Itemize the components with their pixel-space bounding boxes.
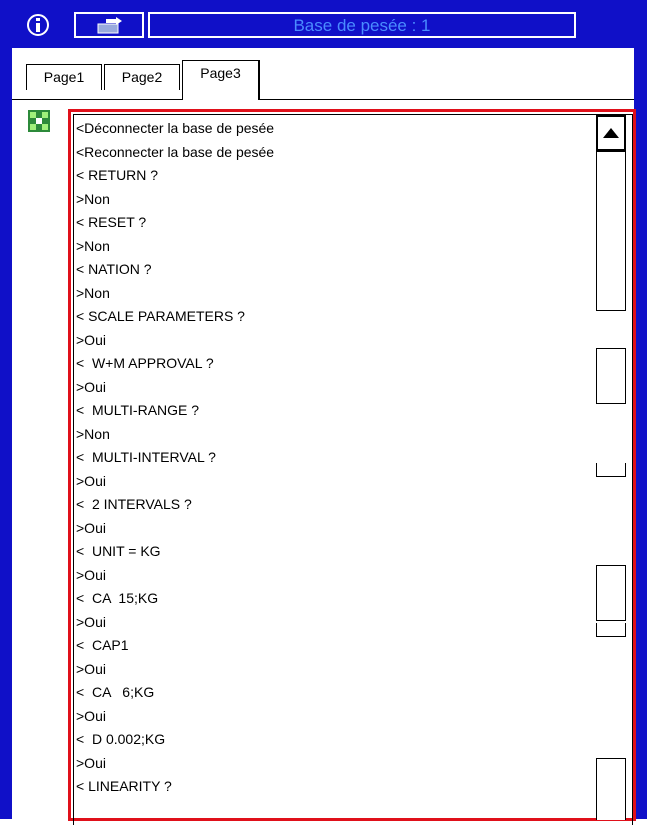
app-window: Base de pesée : 1 Page1 Page2 Page3 <Déc…	[0, 0, 647, 825]
window-title-box: Base de pesée : 1	[148, 12, 576, 38]
list-item[interactable]: >Non	[76, 423, 586, 447]
scroll-up-button[interactable]	[596, 115, 626, 151]
page3-panel: <Déconnecter la base de pesée <Reconnect…	[12, 100, 636, 825]
list-item[interactable]: >Non	[76, 282, 586, 306]
tab-page1[interactable]: Page1	[26, 64, 102, 90]
tab-strip: Page1 Page2 Page3	[12, 48, 634, 100]
list-item[interactable]: < W+M APPROVAL ?	[76, 352, 586, 376]
list-item[interactable]: >Oui	[76, 329, 586, 353]
list-item[interactable]: >Oui	[76, 752, 586, 776]
scrollbar-track-segment[interactable]	[596, 463, 626, 477]
list-item[interactable]: <Reconnecter la base de pesée	[76, 141, 586, 165]
list-item[interactable]: < RETURN ?	[76, 164, 586, 188]
scroll-up-arrow-icon	[603, 128, 619, 138]
list-item[interactable]: < MULTI-RANGE ?	[76, 399, 586, 423]
list-item[interactable]: >Non	[76, 188, 586, 212]
scrollbar-track-segment[interactable]	[596, 623, 626, 637]
list-item[interactable]: >Oui	[76, 517, 586, 541]
vertical-scrollbar[interactable]	[596, 115, 626, 820]
command-entries: <Déconnecter la base de pesée <Reconnect…	[76, 117, 586, 799]
list-item[interactable]: >Oui	[76, 376, 586, 400]
file-transfer-button[interactable]	[74, 12, 144, 38]
list-item[interactable]: < 2 INTERVALS ?	[76, 493, 586, 517]
title-bar: Base de pesée : 1	[0, 0, 647, 48]
scrollbar-track-segment[interactable]	[596, 758, 626, 820]
list-item[interactable]: < CAP1	[76, 634, 586, 658]
list-item[interactable]: < NATION ?	[76, 258, 586, 282]
list-item[interactable]: >Oui	[76, 705, 586, 729]
scrollbar-track-segment[interactable]	[596, 348, 626, 404]
list-item[interactable]: >Oui	[76, 611, 586, 635]
info-icon	[27, 14, 49, 36]
list-item[interactable]: <Déconnecter la base de pesée	[76, 117, 586, 141]
list-item[interactable]: < CA 15;KG	[76, 587, 586, 611]
window-title: Base de pesée : 1	[293, 16, 431, 35]
scale-connector-icon[interactable]	[28, 110, 50, 132]
list-item[interactable]: < RESET ?	[76, 211, 586, 235]
tab-page3[interactable]: Page3	[182, 60, 260, 100]
list-item[interactable]: < UNIT = KG	[76, 540, 586, 564]
list-item[interactable]: >Non	[76, 235, 586, 259]
list-item[interactable]: >Oui	[76, 658, 586, 682]
window-frame-left	[0, 0, 12, 819]
list-item[interactable]: >Oui	[76, 564, 586, 588]
list-item[interactable]: < SCALE PARAMETERS ?	[76, 305, 586, 329]
scrollbar-track-segment[interactable]	[596, 565, 626, 621]
list-item[interactable]: < MULTI-INTERVAL ?	[76, 446, 586, 470]
tab-page2[interactable]: Page2	[104, 64, 180, 90]
scrollbar-thumb[interactable]	[596, 151, 626, 311]
list-item[interactable]: < D 0.002;KG	[76, 728, 586, 752]
info-button[interactable]	[26, 12, 50, 38]
list-item[interactable]: < CA 6;KG	[76, 681, 586, 705]
list-item[interactable]: >Oui	[76, 470, 586, 494]
file-transfer-icon	[97, 17, 122, 34]
list-item[interactable]: < LINEARITY ?	[76, 775, 586, 799]
